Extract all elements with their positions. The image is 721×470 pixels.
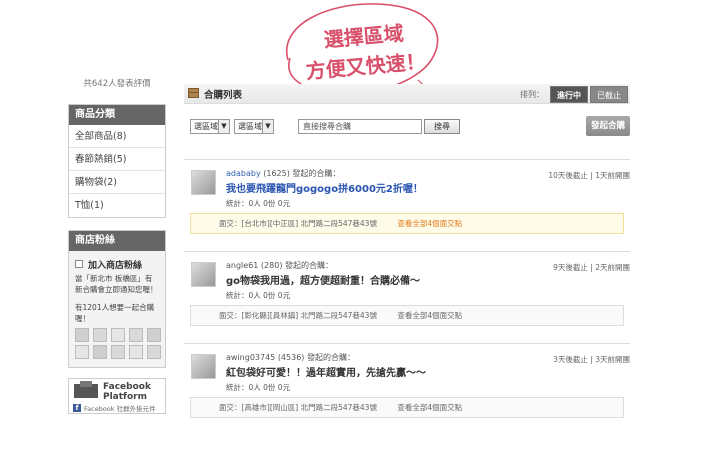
fan-avatar[interactable] bbox=[129, 328, 143, 342]
fan-avatar[interactable] bbox=[147, 345, 161, 359]
search-input[interactable]: 直接搜尋合購 bbox=[298, 119, 422, 134]
category-all[interactable]: 全部商品(8) bbox=[69, 125, 165, 148]
post-stats: 統計：0人 0份 0元 bbox=[226, 199, 291, 208]
user-score: (280) bbox=[260, 261, 283, 270]
district-select[interactable]: 選區域 ▼ bbox=[234, 119, 274, 134]
checkbox-icon[interactable] bbox=[75, 260, 83, 268]
user-avatar[interactable] bbox=[191, 354, 216, 379]
meetup-info: 面交：[高雄市][岡山區] 北門路二段547巷43號 查看全部4個面交點 bbox=[190, 397, 624, 418]
fan-avatar[interactable] bbox=[129, 345, 143, 359]
fan-avatar[interactable] bbox=[111, 328, 125, 342]
chevron-down-icon: ▼ bbox=[218, 120, 229, 133]
post-meta: awing03745 (4536) 發起的合購： bbox=[226, 352, 355, 363]
main-content: 合購列表 排列： 進行中 已截止 選區域 ▼ 選區域 ▼ 直接搜尋合購 搜尋 發… bbox=[184, 84, 630, 436]
fan-avatar[interactable] bbox=[93, 328, 107, 342]
facebook-platform-box[interactable]: Facebook Platform f Facebook 社群外掛元件 bbox=[68, 378, 166, 414]
sidebar: 共642人發表評價 商品分類 全部商品(8) 春節熱銷(5) 購物袋(2) T恤… bbox=[68, 76, 166, 414]
view-all-meetups-link[interactable]: 查看全部4個面交點 bbox=[397, 219, 462, 228]
user-score: (1625) bbox=[263, 169, 290, 178]
fan-avatar[interactable] bbox=[93, 345, 107, 359]
post-title-link[interactable]: 紅包袋好可愛！！過年超實用，先搶先贏～～ bbox=[226, 364, 426, 379]
fan-avatars bbox=[75, 328, 161, 359]
join-fans-checkbox[interactable]: 加入商店粉絲 bbox=[75, 257, 159, 271]
meetup-location: 面交：[彰化縣][員林鎮] 北門路二段547巷43號 bbox=[219, 311, 377, 320]
fan-avatar[interactable] bbox=[147, 328, 161, 342]
post-meta: angle61 (280) 發起的合購： bbox=[226, 260, 333, 271]
meetup-info: 面交：[彰化縣][員林鎮] 北門路二段547巷43號 查看全部4個面交點 bbox=[190, 305, 624, 326]
list-title: 合購列表 bbox=[204, 90, 243, 101]
district-select-value: 選區域 bbox=[238, 122, 262, 131]
post-time: 3天後截止 | 3天前開團 bbox=[553, 355, 630, 364]
post-time: 9天後截止 | 2天前開團 bbox=[553, 263, 630, 272]
user-link[interactable]: angle61 bbox=[226, 261, 258, 270]
post-stats: 統計：0人 0份 0元 bbox=[226, 291, 291, 300]
post-action: 發起的合購： bbox=[292, 169, 341, 178]
sort-active-button[interactable]: 進行中 bbox=[550, 85, 588, 103]
fan-avatar[interactable] bbox=[75, 328, 89, 342]
search-button[interactable]: 搜尋 bbox=[424, 119, 460, 134]
user-avatar[interactable] bbox=[191, 170, 216, 195]
categories-title: 商品分類 bbox=[69, 105, 165, 125]
user-link[interactable]: adababy bbox=[226, 169, 261, 178]
categories-panel: 商品分類 全部商品(8) 春節熱銷(5) 購物袋(2) T恤(1) bbox=[68, 104, 166, 218]
post-meta: adababy (1625) 發起的合購： bbox=[226, 168, 340, 179]
group-buy-item: angle61 (280) 發起的合購： go物袋我用過，超方便超耐重！合購必備… bbox=[184, 252, 630, 344]
facebook-platform-logo-icon bbox=[74, 381, 98, 398]
post-action: 發起的合購： bbox=[284, 261, 333, 270]
post-stats: 統計：0人 0份 0元 bbox=[226, 383, 291, 392]
list-header: 合購列表 排列： 進行中 已截止 bbox=[184, 84, 630, 104]
meetup-location: 面交：[高雄市][岡山區] 北門路二段547巷43號 bbox=[219, 403, 377, 412]
user-link[interactable]: awing03745 bbox=[226, 353, 275, 362]
group-buy-item: awing03745 (4536) 發起的合購： 紅包袋好可愛！！過年超實用，先… bbox=[184, 344, 630, 436]
fan-avatar[interactable] bbox=[111, 345, 125, 359]
facebook-sub: f Facebook 社群外掛元件 bbox=[73, 403, 156, 413]
facebook-icon: f bbox=[73, 404, 81, 412]
group-buy-item: adababy (1625) 發起的合購： 我也要飛躍龍門gogogo拼6000… bbox=[184, 160, 630, 252]
facebook-sub-label: Facebook 社群外掛元件 bbox=[84, 405, 156, 413]
fans-title: 商店粉絲 bbox=[69, 231, 165, 251]
category-bags[interactable]: 購物袋(2) bbox=[69, 171, 165, 194]
sort-label: 排列： bbox=[520, 89, 544, 99]
fans-note: 當「新北市 板橋區」有新合購會立即通知您喔！ bbox=[75, 274, 158, 294]
post-action: 發起的合購： bbox=[306, 353, 355, 362]
sort-ended-button[interactable]: 已截止 bbox=[590, 85, 628, 103]
post-title-link[interactable]: go物袋我用過，超方便超耐重！合購必備～ bbox=[226, 272, 420, 287]
review-count: 共642人發表評價 bbox=[83, 79, 151, 89]
category-tshirt[interactable]: T恤(1) bbox=[69, 194, 165, 217]
post-time: 10天後截止 | 1天前開團 bbox=[548, 171, 630, 180]
banner-line2: 方便又快速！ bbox=[305, 49, 427, 83]
user-avatar[interactable] bbox=[191, 262, 216, 287]
chevron-down-icon: ▼ bbox=[262, 120, 273, 133]
city-select[interactable]: 選區域 ▼ bbox=[190, 119, 230, 134]
city-select-value: 選區域 bbox=[194, 122, 218, 131]
category-spring[interactable]: 春節熱銷(5) bbox=[69, 148, 165, 171]
filter-row: 選區域 ▼ 選區域 ▼ 直接搜尋合購 搜尋 發起合購 bbox=[184, 116, 630, 139]
fan-avatar[interactable] bbox=[75, 345, 89, 359]
join-fans-label: 加入商店粉絲 bbox=[88, 260, 143, 271]
meetup-info: 面交：[台北市][中正區] 北門路二段547巷43號 查看全部4個面交點 bbox=[190, 213, 624, 234]
fans-body: 加入商店粉絲 當「新北市 板橋區」有新合購會立即通知您喔！ 有1201人想要一起… bbox=[69, 251, 165, 367]
sort-controls: 排列： 進行中 已截止 bbox=[520, 85, 628, 103]
meetup-location: 面交：[台北市][中正區] 北門路二段547巷43號 bbox=[219, 219, 377, 228]
post-title-link[interactable]: 我也要飛躍龍門gogogo拼6000元2折喔！ bbox=[226, 180, 423, 195]
view-all-meetups-link[interactable]: 查看全部4個面交點 bbox=[397, 311, 462, 320]
banner-line1: 選擇區域 bbox=[323, 21, 405, 52]
fans-count: 有1201人想要一起合購喔！ bbox=[75, 303, 155, 323]
user-score: (4536) bbox=[277, 353, 305, 362]
fans-panel: 商店粉絲 加入商店粉絲 當「新北市 板橋區」有新合購會立即通知您喔！ 有1201… bbox=[68, 230, 166, 368]
view-all-meetups-link[interactable]: 查看全部4個面交點 bbox=[397, 403, 462, 412]
facebook-platform-title: Facebook Platform bbox=[103, 382, 151, 402]
box-icon bbox=[188, 88, 199, 98]
start-group-buy-button[interactable]: 發起合購 bbox=[586, 116, 630, 136]
